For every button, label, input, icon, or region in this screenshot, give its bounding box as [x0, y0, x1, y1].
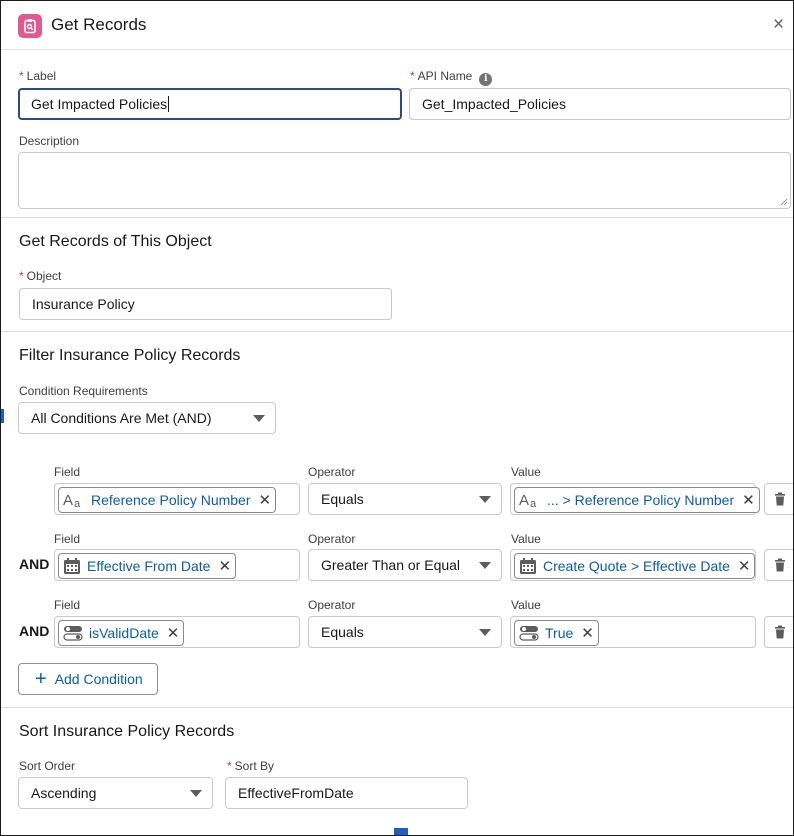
sort-section-title: Sort Insurance Policy Records: [19, 723, 235, 740]
sort-by-label: * Sort By: [227, 759, 275, 773]
description-textarea[interactable]: [18, 152, 791, 209]
condition-requirements-select[interactable]: All Conditions Are Met (AND): [18, 402, 276, 434]
condition-operator-select[interactable]: Equals: [308, 483, 502, 515]
bottom-edge-marker: [394, 828, 408, 835]
condition-operator-label: Operator: [308, 465, 356, 479]
sort-order-label: Sort Order: [19, 759, 76, 773]
field-pill[interactable]: Effective From Date ✕: [58, 553, 237, 579]
condition-field-input[interactable]: Aa Reference Policy Number ✕: [54, 483, 300, 515]
calendar-icon: [63, 557, 81, 575]
trash-icon: [775, 625, 785, 639]
sort-by-input[interactable]: EffectiveFromDate: [225, 777, 468, 809]
condition-value-input[interactable]: True ✕: [510, 616, 756, 648]
get-records-icon: [18, 14, 42, 38]
condition-field-input[interactable]: isValidDate ✕: [54, 616, 300, 648]
plus-icon: +: [35, 668, 47, 690]
condition-requirements-label: Condition Requirements: [19, 384, 148, 398]
trash-icon: [775, 558, 785, 572]
remove-icon[interactable]: ✕: [738, 557, 751, 575]
svg-text:A: A: [63, 492, 73, 509]
toggle-icon: [63, 625, 83, 641]
and-connector: AND: [19, 623, 50, 639]
condition-operator-label: Operator: [308, 598, 356, 612]
section-divider: [1, 331, 793, 332]
condition-operator-label: Operator: [308, 532, 356, 546]
filter-section-title: Filter Insurance Policy Records: [19, 347, 241, 364]
remove-icon[interactable]: ✕: [581, 624, 594, 642]
remove-icon[interactable]: ✕: [742, 491, 755, 509]
object-field-label: * Object: [19, 269, 62, 283]
svg-text:a: a: [74, 498, 81, 509]
condition-field-label: Field: [54, 532, 81, 546]
condition-operator-select[interactable]: Greater Than or Equal: [308, 549, 502, 581]
condition-value-input[interactable]: Create Quote > Effective Date ✕: [510, 549, 756, 581]
header-divider: [1, 49, 793, 50]
field-pill[interactable]: Aa Reference Policy Number ✕: [58, 487, 277, 513]
toggle-icon: [519, 625, 539, 641]
object-section-title: Get Records of This Object: [19, 233, 212, 250]
remove-icon[interactable]: ✕: [218, 557, 231, 575]
api-name-field-label: * API Name i: [410, 69, 493, 86]
condition-field-label: Field: [54, 598, 81, 612]
text-icon: Aa: [519, 491, 541, 509]
left-edge-marker: [1, 409, 4, 423]
add-condition-button[interactable]: + Add Condition: [18, 663, 158, 695]
svg-text:a: a: [530, 498, 537, 509]
condition-field-input[interactable]: Effective From Date ✕: [54, 549, 300, 581]
and-connector: AND: [19, 556, 50, 572]
chevron-down-icon: [479, 496, 491, 503]
chevron-down-icon: [479, 562, 491, 569]
remove-icon[interactable]: ✕: [259, 491, 272, 509]
section-divider: [1, 217, 793, 218]
panel-title: Get Records: [51, 15, 147, 34]
delete-condition-button[interactable]: [764, 483, 793, 515]
condition-field-label: Field: [54, 465, 81, 479]
get-records-panel: Get Records × * Label Get Impacted Polici…: [0, 0, 794, 836]
remove-icon[interactable]: ✕: [167, 624, 180, 642]
text-icon: Aa: [63, 491, 85, 509]
delete-condition-button[interactable]: [764, 549, 793, 581]
svg-text:A: A: [519, 492, 529, 509]
condition-value-label: Value: [511, 598, 541, 612]
calendar-icon: [519, 557, 537, 575]
label-field-label: * Label: [19, 69, 57, 83]
sort-order-select[interactable]: Ascending: [18, 777, 213, 809]
value-pill[interactable]: Aa ... > Reference Policy Number ✕: [514, 487, 760, 513]
chevron-down-icon: [190, 790, 202, 797]
description-label: Description: [19, 134, 80, 148]
condition-value-input[interactable]: Aa ... > Reference Policy Number ✕: [510, 483, 760, 515]
chevron-down-icon: [253, 415, 265, 422]
chevron-down-icon: [479, 629, 491, 636]
condition-operator-select[interactable]: Equals: [308, 616, 502, 648]
close-icon[interactable]: ×: [773, 15, 784, 34]
section-divider: [1, 707, 793, 708]
resize-handle-icon[interactable]: [780, 198, 788, 206]
condition-value-label: Value: [511, 465, 541, 479]
value-pill[interactable]: True ✕: [514, 620, 599, 646]
label-input[interactable]: Get Impacted Policies: [18, 88, 402, 120]
info-icon[interactable]: i: [479, 72, 493, 86]
api-name-input[interactable]: Get_Impacted_Policies: [409, 88, 791, 120]
condition-value-label: Value: [511, 532, 541, 546]
field-pill[interactable]: isValidDate ✕: [58, 620, 185, 646]
trash-icon: [775, 492, 785, 506]
value-pill[interactable]: Create Quote > Effective Date ✕: [514, 553, 756, 579]
delete-condition-button[interactable]: [764, 616, 793, 648]
object-input[interactable]: Insurance Policy: [19, 288, 392, 320]
